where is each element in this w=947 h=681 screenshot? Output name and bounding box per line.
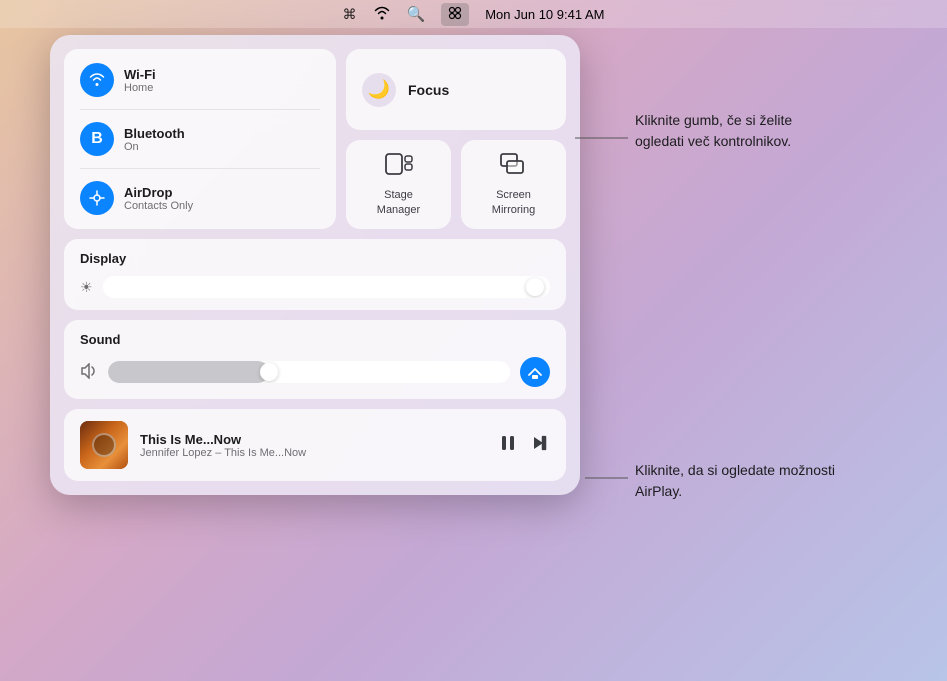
- now-playing-info: This Is Me...Now Jennifer Lopez – This I…: [140, 432, 486, 459]
- bluetooth-sublabel: On: [124, 141, 185, 153]
- airplay-button[interactable]: [520, 357, 550, 387]
- album-art: [80, 421, 128, 469]
- sound-slider-fill: [108, 361, 269, 383]
- display-slider-row: ☀: [80, 276, 550, 298]
- menubar-control-center[interactable]: [441, 3, 469, 26]
- display-header: Display: [80, 251, 550, 266]
- sound-header: Sound: [80, 332, 550, 347]
- moon-emoji: 🌙: [368, 79, 390, 100]
- bluetooth-icon-circle: B: [80, 122, 114, 156]
- airdrop-item[interactable]: AirDrop Contacts Only: [80, 181, 320, 215]
- network-tile: Wi-Fi Home B Bluetooth On: [64, 49, 336, 229]
- sound-slider-row: [80, 357, 550, 387]
- focus-tile[interactable]: 🌙 Focus: [346, 49, 566, 130]
- callout-bottom: Kliknite, da si ogledate možnosti AirPla…: [635, 460, 835, 502]
- display-slider-thumb: [526, 278, 544, 296]
- skip-forward-button[interactable]: [530, 433, 550, 458]
- focus-label: Focus: [408, 82, 449, 98]
- menubar-datetime: Mon Jun 10 9:41 AM: [485, 7, 604, 22]
- screen-mirroring-tile[interactable]: ScreenMirroring: [461, 140, 566, 229]
- screen-mirroring-label: ScreenMirroring: [492, 188, 535, 217]
- stage-manager-icon: [385, 152, 413, 182]
- stage-manager-label: StageManager: [377, 188, 420, 217]
- callout-top-text: Kliknite gumb, če si želite ogledati več…: [635, 112, 792, 149]
- menubar-search[interactable]: 🔍: [407, 5, 426, 23]
- display-slider-fill: [103, 276, 497, 298]
- sound-slider-thumb: [260, 363, 278, 381]
- screen-mirroring-icon: [500, 152, 528, 182]
- callout-bottom-text: Kliknite, da si ogledate možnosti AirPla…: [635, 462, 835, 499]
- bluetooth-text: Bluetooth On: [124, 126, 185, 153]
- now-playing-tile: This Is Me...Now Jennifer Lopez – This I…: [64, 409, 566, 481]
- now-playing-artist: Jennifer Lopez – This Is Me...Now: [140, 447, 486, 459]
- airdrop-label: AirDrop: [124, 185, 193, 200]
- display-brightness-slider[interactable]: [103, 276, 550, 298]
- wifi-sublabel: Home: [124, 82, 156, 94]
- airdrop-sublabel: Contacts Only: [124, 200, 193, 212]
- wifi-item[interactable]: Wi-Fi Home: [80, 63, 320, 97]
- now-playing-controls: [498, 433, 550, 458]
- menubar: ⌘ 🔍 Mon Jun 10 9:41 AM: [0, 0, 947, 28]
- now-playing-title: This Is Me...Now: [140, 432, 486, 447]
- bluetooth-label: Bluetooth: [124, 126, 185, 141]
- airdrop-text: AirDrop Contacts Only: [124, 185, 193, 212]
- brightness-icon: ☀: [80, 279, 93, 296]
- focus-moon-icon: 🌙: [362, 73, 396, 107]
- control-center-panel: Wi-Fi Home B Bluetooth On: [50, 35, 580, 495]
- stage-manager-tile[interactable]: StageManager: [346, 140, 451, 229]
- menubar-wifi: [373, 6, 391, 23]
- pause-button[interactable]: [498, 433, 518, 458]
- network-divider-1: [80, 109, 320, 110]
- top-row: Wi-Fi Home B Bluetooth On: [64, 49, 566, 229]
- wifi-icon-circle: [80, 63, 114, 97]
- callout-top: Kliknite gumb, če si želite ogledati več…: [635, 110, 835, 152]
- network-divider-2: [80, 168, 320, 169]
- wifi-label: Wi-Fi: [124, 67, 156, 82]
- airdrop-icon-circle: [80, 181, 114, 215]
- sound-volume-slider[interactable]: [108, 361, 510, 383]
- volume-icon: [80, 363, 98, 382]
- display-section: Display ☀: [64, 239, 566, 310]
- wifi-text: Wi-Fi Home: [124, 67, 156, 94]
- bluetooth-item[interactable]: B Bluetooth On: [80, 122, 320, 156]
- wifi-icon: ⌘: [343, 6, 357, 23]
- bottom-right-row: StageManager ScreenMirroring: [346, 140, 566, 229]
- sound-section: Sound: [64, 320, 566, 399]
- right-column: 🌙 Focus StageManager: [346, 49, 566, 229]
